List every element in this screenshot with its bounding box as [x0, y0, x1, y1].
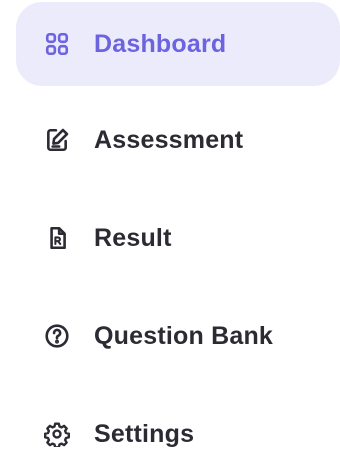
sidebar-item-dashboard[interactable]: Dashboard: [16, 2, 340, 86]
gear-icon: [42, 419, 72, 449]
question-circle-icon: [42, 321, 72, 351]
sidebar-item-label: Result: [94, 223, 172, 252]
sidebar-item-assessment[interactable]: Assessment: [16, 98, 340, 182]
sidebar-item-label: Settings: [94, 419, 195, 448]
sidebar-item-label: Dashboard: [94, 29, 227, 58]
edit-document-icon: [42, 125, 72, 155]
sidebar-item-question-bank[interactable]: Question Bank: [16, 294, 340, 378]
sidebar-nav: Dashboard Assessment Result Question Ban…: [0, 0, 340, 461]
grid-icon: [42, 29, 72, 59]
sidebar-item-result[interactable]: Result: [16, 196, 340, 280]
sidebar-item-label: Assessment: [94, 125, 244, 154]
sidebar-item-label: Question Bank: [94, 321, 274, 350]
sidebar-item-settings[interactable]: Settings: [16, 392, 340, 476]
document-icon: [42, 223, 72, 253]
